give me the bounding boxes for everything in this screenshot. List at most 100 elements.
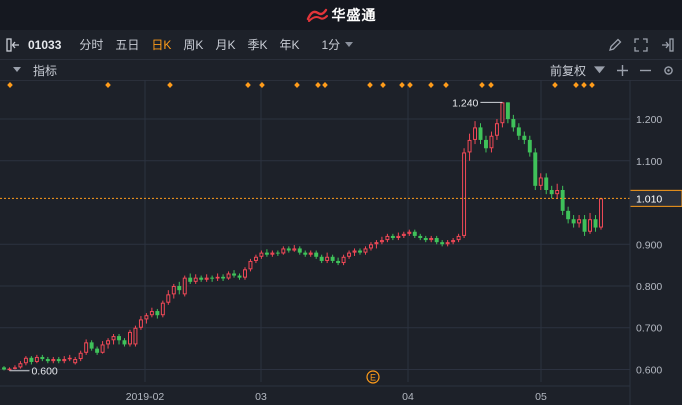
app-title: 华盛通 — [331, 7, 377, 23]
tab-intraday[interactable]: 分时 — [79, 36, 103, 53]
candle-body-down — [522, 135, 527, 140]
candle-body-down — [593, 219, 598, 228]
tab-yearly-k[interactable]: 年K — [279, 36, 299, 53]
candle-body-down — [122, 340, 127, 345]
tab-quarterly-k[interactable]: 季K — [247, 36, 267, 53]
candle-body-up — [325, 256, 330, 261]
candle-body-down — [582, 219, 587, 232]
candle-body-down — [275, 252, 280, 254]
candle-body-up — [23, 357, 28, 364]
candle-body-up — [133, 327, 138, 345]
collapse-panel-icon[interactable] — [6, 37, 22, 52]
candles — [2, 102, 603, 371]
candle-body-down — [544, 177, 549, 190]
candle-body-up — [215, 276, 220, 279]
candle-body-up — [374, 242, 379, 245]
event-e-label: E — [370, 373, 376, 383]
candle-body-up — [248, 260, 253, 270]
candle-body-up — [100, 344, 105, 353]
candle-body-down — [29, 357, 34, 362]
candle-body-up — [12, 367, 17, 369]
pencil-icon[interactable] — [608, 38, 622, 52]
candle-body-down — [56, 359, 61, 362]
candle-body-up — [73, 359, 78, 364]
candle-body-down — [188, 277, 193, 282]
candle-body-up — [456, 235, 461, 241]
candle-body-down — [390, 235, 395, 238]
candle-body-up — [18, 363, 23, 368]
tab-five-day[interactable]: 五日 — [115, 36, 139, 53]
tab-monthly-k[interactable]: 月K — [215, 36, 235, 53]
candle-body-down — [527, 139, 532, 153]
candle-body-up — [62, 359, 67, 362]
price-tick-label: 1.100 — [636, 156, 662, 168]
candle-body-up — [489, 135, 494, 149]
candle-body-down — [412, 231, 417, 236]
price-axis: 1.200 1.100 1.010 0.900 0.800 0.700 0.600 — [629, 80, 662, 405]
event-diamond-icon — [105, 82, 111, 88]
candle-body-down — [286, 248, 291, 251]
candle-body-up — [226, 273, 231, 279]
candle-body-down — [423, 238, 428, 241]
candle-body-up — [281, 248, 286, 254]
collapse-right-icon[interactable] — [660, 37, 674, 52]
candle-body-down — [232, 273, 237, 276]
settings-icon[interactable] — [663, 65, 674, 76]
plus-icon[interactable] — [617, 64, 628, 76]
candle-body-up — [259, 252, 264, 257]
price-tick-label: 0.800 — [636, 281, 662, 293]
tab-weekly-k[interactable]: 周K — [183, 36, 203, 53]
candle-body-up — [166, 294, 171, 303]
candle-body-down — [297, 248, 302, 253]
candle-body-down — [533, 152, 538, 186]
candle-body-down — [2, 367, 6, 370]
candle-body-up — [51, 359, 56, 362]
tab-daily-k[interactable]: 日K — [151, 36, 171, 53]
minus-icon[interactable] — [640, 65, 651, 76]
event-diamond-icon — [589, 82, 595, 88]
interval-value: 1分 — [321, 38, 341, 52]
candle-body-down — [319, 256, 324, 261]
candle-body-up — [467, 139, 472, 153]
candle-body-up — [160, 302, 165, 316]
candle-body-up — [243, 269, 247, 278]
kline-chart[interactable]: 1.240 0.600 E 1.200 1.100 1.010 0.900 0.800 0.7… — [0, 80, 682, 405]
candle-body-down — [549, 190, 554, 195]
candle-body-down — [566, 210, 571, 220]
candle-body-up — [577, 219, 582, 224]
candle-body-down — [95, 348, 100, 353]
indicator-label[interactable]: 指标 — [33, 62, 57, 79]
adjust-select[interactable]: 前复权 — [550, 62, 605, 79]
indicator-toggle-icon[interactable] — [13, 67, 21, 73]
candle-body-down — [155, 311, 160, 316]
candle-body-down — [434, 238, 439, 243]
event-diamond-icon — [488, 82, 494, 88]
candle-body-up — [128, 331, 132, 345]
event-diamond-icon — [380, 82, 386, 88]
time-tick-label: 2019-02 — [126, 391, 165, 403]
candle-body-up — [193, 277, 198, 282]
candle-body-down — [177, 286, 182, 291]
candle-body-up — [292, 248, 297, 251]
interval-select[interactable]: 1分 — [321, 36, 354, 53]
candle-body-down — [440, 242, 445, 245]
event-diamond-icon — [573, 82, 579, 88]
event-marker-row — [7, 82, 595, 88]
expand-icon[interactable] — [634, 37, 648, 52]
candle-body-down — [210, 277, 215, 279]
event-diamond-icon — [428, 82, 434, 88]
price-tick-label: 1.010 — [636, 193, 662, 205]
candle-body-up — [84, 342, 89, 353]
chart-toolbar: 01033 分时 五日 日K 周K 月K 季K 年K 1分 — [0, 30, 682, 60]
candle-body-up — [588, 219, 593, 232]
candle-body-up — [253, 256, 258, 261]
candle-body-up — [7, 368, 12, 371]
candle-body-up — [106, 340, 111, 345]
candle-body-up — [462, 152, 467, 236]
candle-body-down — [505, 102, 510, 120]
event-diamond-icon — [245, 82, 251, 88]
candle-body-down — [571, 219, 576, 224]
high-marker-label: 1.240 — [452, 97, 478, 109]
candle-body-up — [111, 336, 116, 341]
candle-body-down — [418, 235, 423, 238]
